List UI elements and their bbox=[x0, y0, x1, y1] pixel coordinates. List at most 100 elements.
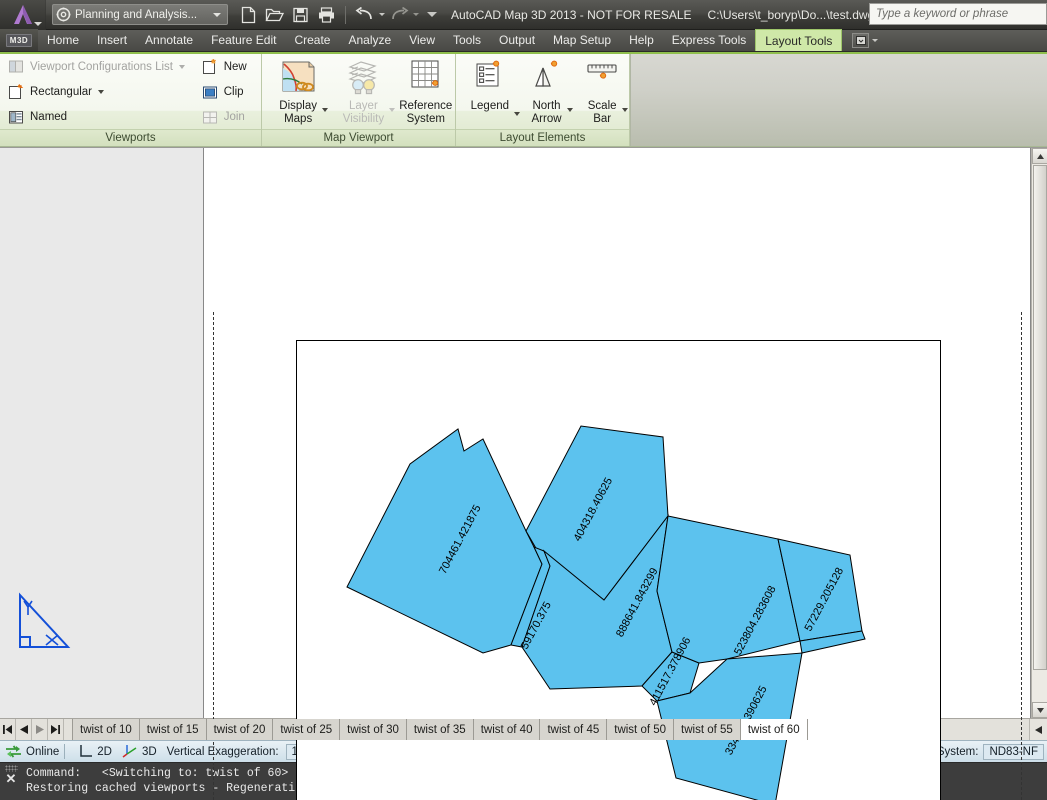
north-arrow-label-line2b: Arrow bbox=[531, 113, 562, 125]
previous-layout-button[interactable] bbox=[16, 719, 32, 740]
new-file-button[interactable] bbox=[236, 3, 260, 27]
new-viewport-icon bbox=[202, 58, 216, 74]
view-2d-button[interactable]: 2D bbox=[73, 741, 117, 763]
application-menu-button[interactable]: M3D bbox=[0, 29, 38, 51]
tab-map-setup[interactable]: Map Setup bbox=[544, 29, 620, 51]
vertical-scrollbar[interactable] bbox=[1031, 148, 1047, 718]
join-viewport-button[interactable]: Join bbox=[200, 106, 259, 128]
gear-icon bbox=[56, 7, 71, 22]
tab-insert[interactable]: Insert bbox=[88, 29, 136, 51]
chevron-down-icon[interactable] bbox=[514, 112, 521, 116]
ribbon-display-options bbox=[852, 29, 879, 51]
close-icon[interactable]: ✕ bbox=[6, 772, 17, 786]
layout-tab-twist-of-35[interactable]: twist of 35 bbox=[406, 719, 474, 740]
tab-annotate[interactable]: Annotate bbox=[136, 29, 202, 51]
new-document-icon bbox=[241, 6, 255, 23]
redo-button[interactable] bbox=[387, 3, 411, 27]
new-viewport-button[interactable]: New bbox=[200, 56, 259, 78]
chevron-down-icon[interactable] bbox=[98, 90, 105, 94]
display-maps-icon bbox=[277, 58, 319, 98]
layout-tab-twist-of-25[interactable]: twist of 25 bbox=[273, 719, 341, 740]
scale-bar-button[interactable]: Scale Bar bbox=[575, 56, 629, 126]
search-input[interactable]: Type a keyword or phrase bbox=[869, 3, 1047, 25]
scale-bar-label: Scale Bar bbox=[588, 100, 628, 126]
layout-tab-twist-of-20[interactable]: twist of 20 bbox=[206, 719, 274, 740]
clip-label: Clip bbox=[223, 86, 244, 98]
online-status-button[interactable]: Online bbox=[0, 741, 64, 763]
left-arrow-icon bbox=[1035, 725, 1042, 734]
tab-output[interactable]: Output bbox=[490, 29, 544, 51]
layout-tab-twist-of-30[interactable]: twist of 30 bbox=[340, 719, 407, 740]
layout-tab-twist-of-55[interactable]: twist of 55 bbox=[674, 719, 741, 740]
tab-layout-tools[interactable]: Layout Tools bbox=[755, 29, 843, 51]
reference-system-label: Reference System bbox=[399, 100, 452, 126]
open-file-button[interactable] bbox=[262, 3, 286, 27]
tab-home[interactable]: Home bbox=[38, 29, 88, 51]
layout-tab-twist-of-40[interactable]: twist of 40 bbox=[473, 719, 541, 740]
undo-button[interactable] bbox=[353, 3, 377, 27]
viewport-configurations-list-button[interactable]: Viewport Configurations List bbox=[6, 56, 200, 78]
first-layout-button[interactable] bbox=[0, 719, 16, 740]
tab-tools[interactable]: Tools bbox=[444, 29, 490, 51]
tab-express-tools[interactable]: Express Tools bbox=[663, 29, 755, 51]
paper-space-background[interactable]: 704461.421875 404318.40625 59170.375 888… bbox=[0, 148, 1031, 800]
clip-viewport-button[interactable]: Clip bbox=[200, 81, 259, 103]
layout-tab-twist-of-45[interactable]: twist of 45 bbox=[540, 719, 608, 740]
redo-arrow-icon bbox=[392, 6, 409, 19]
undo-arrow-icon bbox=[355, 6, 372, 19]
coordinate-system-value[interactable]: ND83-NF bbox=[983, 743, 1044, 760]
qat-overflow-button[interactable] bbox=[427, 12, 437, 17]
chevron-down-icon[interactable] bbox=[322, 108, 328, 112]
scroll-up-button[interactable] bbox=[1032, 148, 1047, 164]
north-arrow-button[interactable]: North Bar Arrow bbox=[518, 56, 576, 126]
redo-dropdown-caret-icon[interactable] bbox=[413, 13, 419, 16]
join-viewport-icon bbox=[202, 111, 217, 123]
layout-tabs-scroll-left-button[interactable] bbox=[1029, 719, 1047, 740]
toolbar-divider bbox=[345, 5, 346, 24]
tab-create[interactable]: Create bbox=[285, 29, 339, 51]
tab-analyze[interactable]: Analyze bbox=[339, 29, 400, 51]
reference-system-button[interactable]: Reference System bbox=[397, 56, 455, 126]
chevron-down-icon[interactable] bbox=[621, 108, 628, 112]
named-viewport-button[interactable]: Named bbox=[6, 106, 200, 128]
chevron-down-icon bbox=[34, 21, 42, 26]
layout-tab-twist-of-60[interactable]: twist of 60 bbox=[740, 719, 808, 740]
ribbon-options-caret-icon[interactable] bbox=[872, 38, 879, 42]
chevron-down-icon bbox=[1036, 707, 1044, 713]
legend-button[interactable]: Legend bbox=[462, 56, 521, 126]
last-layout-button[interactable] bbox=[48, 719, 64, 740]
display-maps-button[interactable]: Display Maps bbox=[266, 56, 330, 126]
drawing-area[interactable]: 704461.421875 404318.40625 59170.375 888… bbox=[0, 147, 1047, 800]
ribbon-minimize-button[interactable] bbox=[852, 32, 870, 48]
layer-visibility-label-line1: Layer bbox=[349, 100, 378, 112]
new-label: New bbox=[223, 61, 247, 73]
reference-system-label-line1: Reference bbox=[399, 100, 453, 112]
autodesk-a-logo[interactable] bbox=[0, 0, 46, 30]
scroll-down-button[interactable] bbox=[1032, 702, 1047, 718]
layout-tab-twist-of-50[interactable]: twist of 50 bbox=[607, 719, 675, 740]
next-layout-button[interactable] bbox=[32, 719, 48, 740]
command-window-gutter: ✕ bbox=[0, 763, 22, 800]
undo-dropdown-caret-icon[interactable] bbox=[379, 13, 385, 16]
layer-visibility-button[interactable]: Layer Visibility bbox=[330, 56, 396, 126]
tab-help[interactable]: Help bbox=[620, 29, 663, 51]
save-file-button[interactable] bbox=[288, 3, 312, 27]
tab-view[interactable]: View bbox=[400, 29, 444, 51]
layout-tab-twist-of-10[interactable]: twist of 10 bbox=[73, 719, 140, 740]
scale-bar-label-line2: Bar bbox=[593, 113, 612, 125]
chevron-down-icon[interactable] bbox=[213, 12, 221, 17]
layout-tab-twist-of-15[interactable]: twist of 15 bbox=[139, 719, 207, 740]
plot-button[interactable] bbox=[314, 3, 338, 27]
rectangular-viewport-button[interactable]: Rectangular bbox=[6, 81, 200, 103]
chevron-down-icon[interactable] bbox=[566, 108, 573, 112]
north-arrow-icon bbox=[526, 58, 568, 98]
scrollbar-thumb[interactable] bbox=[1033, 165, 1047, 670]
view-3d-button[interactable]: 3D bbox=[117, 741, 162, 763]
document-path: C:\Users\t_boryp\Do...\test.dwg bbox=[707, 7, 875, 22]
chevron-down-icon[interactable] bbox=[389, 108, 396, 112]
chevron-down-icon[interactable] bbox=[178, 65, 185, 69]
coordinate-system-value-wrap[interactable]: ND83-NF bbox=[983, 741, 1047, 763]
next-page-icon bbox=[35, 725, 44, 734]
tab-feature-edit[interactable]: Feature Edit bbox=[202, 29, 285, 51]
workspace-switcher[interactable]: Planning and Analysis... bbox=[52, 4, 228, 25]
